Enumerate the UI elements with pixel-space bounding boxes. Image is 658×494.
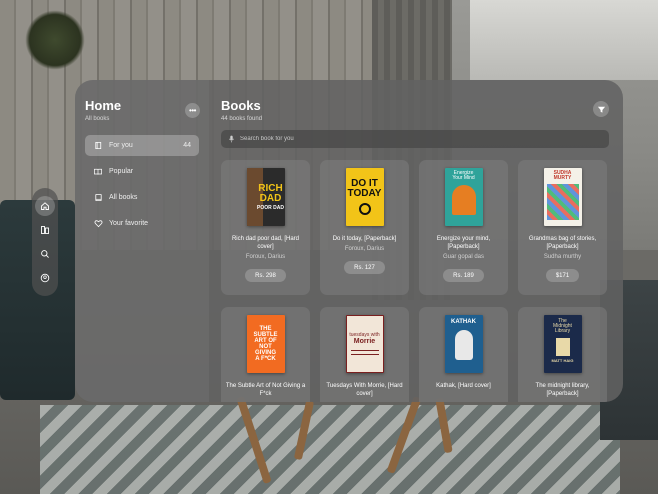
cover-title: The Midnight Library — [553, 318, 572, 334]
book-cover[interactable]: Energize Your Mind — [444, 168, 483, 226]
book-title: Energize your mind, [Paperback] — [436, 236, 491, 251]
hanging-plant — [25, 10, 85, 70]
sidebar-subtitle: All books — [85, 116, 110, 122]
tab-library[interactable] — [35, 220, 55, 240]
price-button[interactable]: $171 — [545, 269, 580, 283]
book-card[interactable]: SUDHA MURTY Grandmas bag of stories, [Pap… — [518, 160, 607, 295]
tab-search[interactable] — [35, 244, 55, 264]
filter-icon — [597, 106, 605, 113]
more-options-button[interactable]: ••• — [185, 103, 200, 118]
cover-title: SUDHA MURTY — [553, 170, 572, 181]
book-title: Tuesdays With Morrie, [Hard cover] — [326, 383, 403, 398]
cover-illustration — [546, 184, 579, 220]
book-card[interactable]: KATHAK Kathak, [Hard cover] — [419, 307, 508, 402]
book-card[interactable]: DO IT TODAY Do it today, [Paperback] Foro… — [320, 160, 409, 295]
book-open-icon — [93, 141, 103, 151]
profile-icon — [40, 273, 50, 283]
cover-title: tuesdays with Morrie — [349, 332, 380, 346]
cover-title: RICH DAD — [258, 182, 283, 204]
price-button[interactable]: Rs. 298 — [245, 269, 286, 283]
cover-subtitle: POOR DAD — [257, 204, 284, 211]
book-cover[interactable]: The Midnight Library MATT HAIG — [543, 315, 582, 373]
cover-title: DO IT TODAY — [347, 178, 382, 199]
cover-title: KATHAK — [451, 319, 476, 325]
tab-home[interactable] — [35, 196, 55, 216]
sidebar-item-label: For you — [109, 142, 133, 149]
book-author: Foroux, Darius — [344, 246, 385, 253]
heart-icon — [93, 219, 103, 229]
book-card[interactable]: tuesdays with Morrie Tuesdays With Morrie… — [320, 307, 409, 402]
book-author: Guar gopal das — [442, 254, 485, 261]
filter-button[interactable] — [593, 101, 609, 117]
search-icon — [41, 250, 49, 258]
book-cover[interactable]: SUDHA MURTY — [543, 168, 582, 226]
book-cover[interactable]: tuesdays with Morrie — [345, 315, 384, 373]
sidebar-item-all-books[interactable]: All books — [85, 187, 199, 208]
main-content: Books 44 books found RICHDAD POOR DAD Ri… — [209, 80, 623, 402]
book-card[interactable]: The Midnight Library MATT HAIG The midnigh… — [518, 307, 607, 402]
sidebar-item-label: Popular — [109, 168, 134, 175]
cover-illustration — [555, 338, 570, 356]
books-app-window: Home All books ••• For you 44 Popular Al… — [75, 80, 623, 402]
clock-icon — [358, 203, 371, 215]
sidebar-item-count: 44 — [183, 142, 191, 149]
search-input[interactable] — [240, 136, 540, 142]
book-cover[interactable]: THE SUBTLE ART OF NOT GIVING A F*CK — [246, 315, 285, 373]
book-cover[interactable]: DO IT TODAY — [345, 168, 384, 226]
book-title: The Subtle Art of Not Giving a F*ck — [225, 383, 306, 398]
rug — [40, 405, 620, 494]
page-title: Books — [221, 98, 261, 113]
book-cover[interactable]: RICH DAD POOR DAD — [246, 168, 285, 226]
cover-title: Energize Your Mind — [452, 170, 475, 181]
cover-author: MATT HAIG — [551, 358, 574, 363]
cover-title: THE SUBTLE ART OF NOT GIVING A F*CK — [253, 326, 278, 362]
book-title: Kathak, [Hard cover] — [436, 383, 491, 389]
tab-bar — [32, 188, 58, 296]
home-icon — [41, 202, 49, 210]
sidebar: Home All books ••• For you 44 Popular Al… — [75, 80, 209, 402]
author-photo — [451, 185, 476, 215]
book-title: Do it today, [Paperback] — [332, 236, 397, 242]
book-card[interactable]: RICH DAD POOR DAD Rich dad poor dad, [Har… — [221, 160, 310, 295]
room-window — [470, 0, 658, 80]
sidebar-item-label: Your favorite — [109, 220, 149, 227]
sidebar-item-favorite[interactable]: Your favorite — [85, 213, 199, 234]
sidebar-nav: For you 44 Popular All books Your favori… — [85, 135, 199, 234]
book-author: Sudha murthy — [543, 254, 582, 261]
book-icon — [93, 193, 103, 203]
sidebar-item-popular[interactable]: Popular — [85, 161, 199, 182]
book-card[interactable]: Energize Your Mind Energize your mind, [P… — [419, 160, 508, 295]
books-count: 44 books found — [221, 116, 263, 122]
book-title: Rich dad poor dad, [Hard cover] — [231, 236, 300, 251]
book-title: The midnight library, [Paperback] — [535, 383, 590, 398]
search-bar[interactable] — [221, 130, 609, 148]
price-button[interactable]: Rs. 189 — [443, 269, 484, 283]
book-author: Foroux, Darius — [245, 254, 286, 261]
sidebar-title: Home — [85, 98, 122, 113]
open-book-icon — [93, 167, 103, 177]
price-button[interactable]: Rs. 127 — [344, 261, 385, 275]
microphone-icon[interactable] — [228, 135, 235, 143]
book-card[interactable]: THE SUBTLE ART OF NOT GIVING A F*CK The Subtl… — [221, 307, 310, 402]
book-title: Grandmas bag of stories, [Paperback] — [528, 236, 597, 251]
dancer-illustration — [454, 330, 473, 360]
sidebar-item-for-you[interactable]: For you 44 — [85, 135, 199, 156]
book-cover[interactable]: KATHAK — [444, 315, 483, 373]
tab-profile[interactable] — [35, 268, 55, 288]
books-icon — [41, 226, 49, 234]
sidebar-item-label: All books — [109, 194, 138, 201]
ellipsis-icon: ••• — [189, 106, 196, 115]
books-grid: RICH DAD POOR DAD Rich dad poor dad, [Har… — [221, 160, 609, 402]
